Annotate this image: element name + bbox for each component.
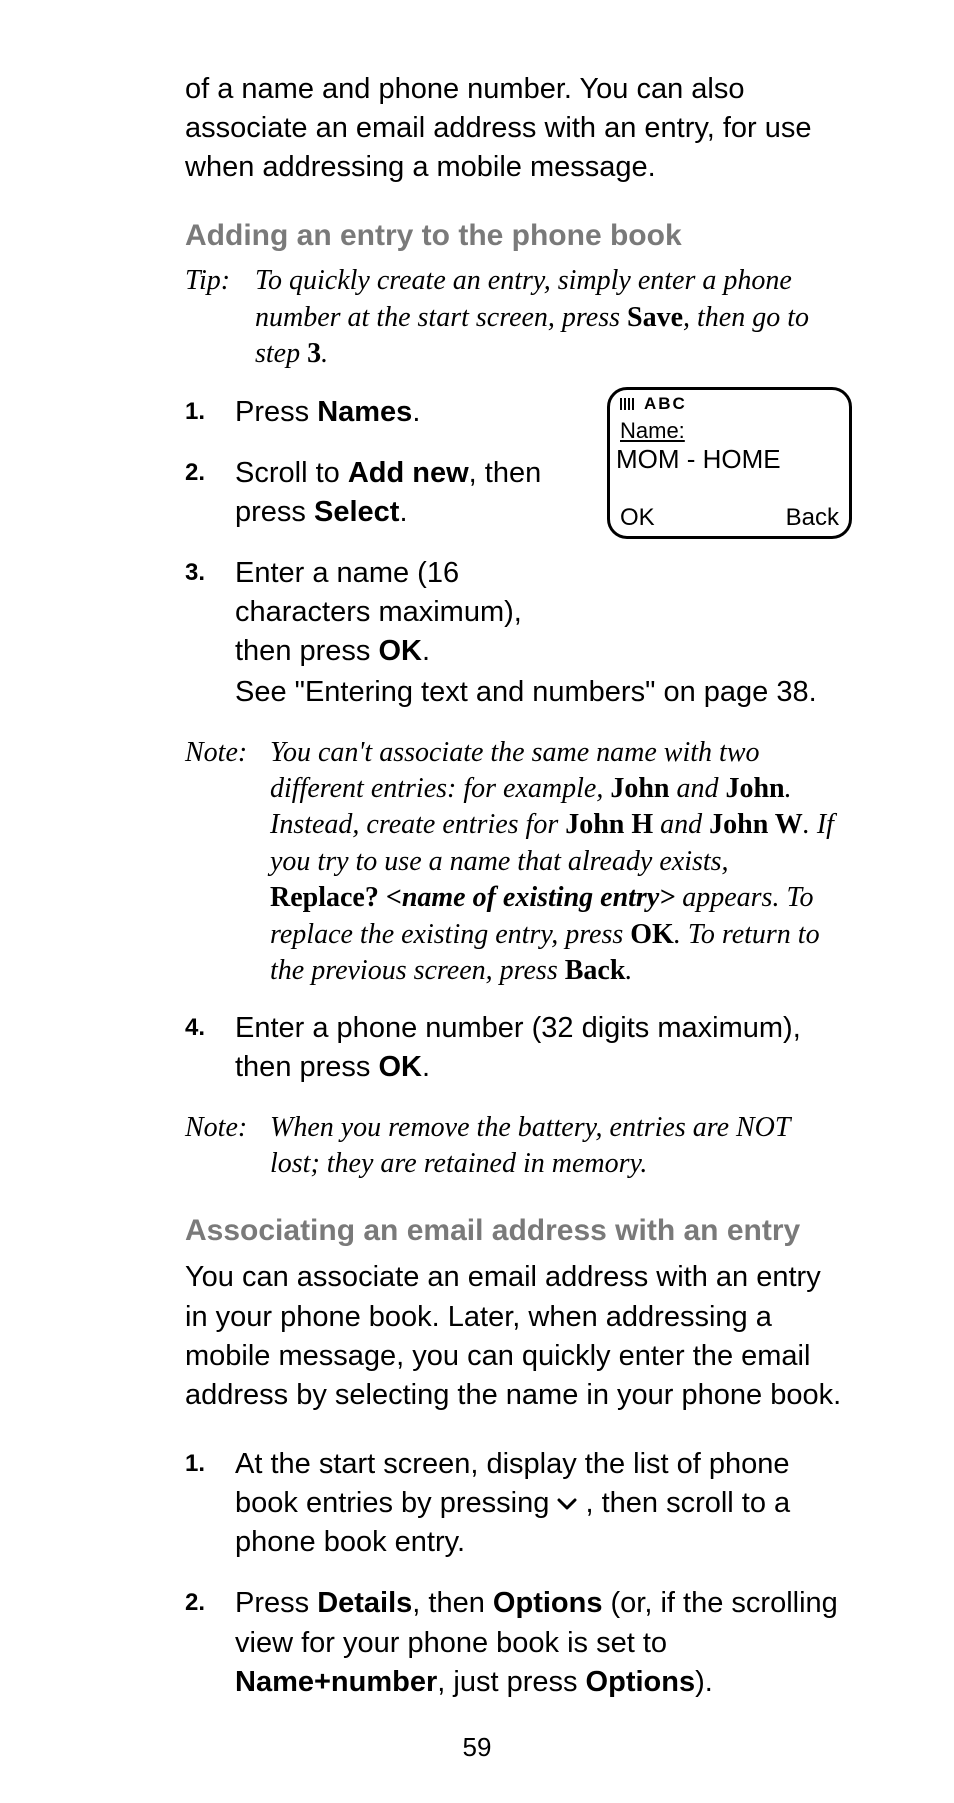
signal-icon <box>620 398 638 410</box>
note1-name-placeholder: <name of existing entry> <box>386 882 675 913</box>
step-b2-name-number: Name+number <box>235 1666 437 1698</box>
note1-john-w: John W <box>709 809 803 840</box>
tip-text: To quickly create an entry, simply enter… <box>255 263 844 372</box>
note-1-label: Note: <box>185 735 270 990</box>
step-4-bold-ok: OK <box>378 1051 422 1083</box>
note1-back: Back <box>565 955 626 986</box>
phone-status-bar: ABC <box>620 394 687 414</box>
step-1-pre: Press <box>235 396 317 428</box>
email-intro-paragraph: You can associate an email address with … <box>185 1258 844 1415</box>
step-2-post: . <box>399 496 407 528</box>
step-b2-post: ). <box>695 1666 713 1698</box>
step-2-bold-add-new: Add new <box>348 457 469 489</box>
page-number: 59 <box>0 1732 954 1763</box>
note-2-text: When you remove the battery, entries are… <box>270 1110 844 1183</box>
step-3-bold-ok: OK <box>378 635 422 667</box>
tip-post-2: . <box>321 338 328 369</box>
phone-screen-illustration: ABC Name: MOM - HOME OK Back <box>607 387 852 539</box>
step-4-number: 4. <box>185 1009 235 1087</box>
tip-step-ref: 3 <box>307 338 321 369</box>
note1-john-a: John <box>610 773 669 804</box>
step-b2-details: Details <box>317 1587 412 1619</box>
note1-replace: Replace? <box>270 882 386 913</box>
step-b2: 2. Press Details, then Options (or, if t… <box>185 1584 844 1701</box>
steps-area: ABC Name: MOM - HOME OK Back 1. Press Na… <box>185 393 844 713</box>
tip-block: Tip: To quickly create an entry, simply … <box>185 263 844 372</box>
down-arrow-icon <box>557 1498 577 1510</box>
step-1-body: Press Names. <box>235 393 420 432</box>
heading-email-entry: Associating an email address with an ent… <box>185 1214 844 1248</box>
input-mode-indicator: ABC <box>644 394 687 414</box>
step-1-bold-names: Names <box>317 396 412 428</box>
step-3-line1: Enter a name (16 characters maximum), th… <box>235 554 583 671</box>
field-label-name: Name: <box>620 418 685 444</box>
step-b1-body: At the start screen, display the list of… <box>235 1445 844 1562</box>
step-3-post: . <box>422 635 430 667</box>
step-3: 3. Enter a name (16 characters maximum),… <box>185 554 844 713</box>
note-battery: Note: When you remove the battery, entri… <box>185 1110 844 1183</box>
name-field-value: MOM - HOME <box>616 444 843 475</box>
note-1-text: You can't associate the same name with t… <box>270 735 844 990</box>
step-b2-options-b: Options <box>586 1666 696 1698</box>
step-4-pre: Enter a phone number (32 digits maximum)… <box>235 1012 801 1083</box>
softkey-left-ok: OK <box>620 504 655 532</box>
step-b2-body: Press Details, then Options (or, if the … <box>235 1584 844 1701</box>
note1-ok: OK <box>630 919 674 950</box>
step-b2-number: 2. <box>185 1584 235 1701</box>
lead-paragraph: of a name and phone number. You can also… <box>185 70 844 187</box>
note1-john-h: John H <box>565 809 653 840</box>
tip-label: Tip: <box>185 263 255 372</box>
step-3-number: 3. <box>185 554 235 713</box>
step-b2-mid1: , then <box>412 1587 493 1619</box>
note1-t4: and <box>653 809 709 840</box>
step-b2-options-a: Options <box>493 1587 603 1619</box>
step-b1: 1. At the start screen, display the list… <box>185 1445 844 1562</box>
step-4-body: Enter a phone number (32 digits maximum)… <box>235 1009 844 1087</box>
step-2-bold-select: Select <box>314 496 399 528</box>
step-3-subtext: See "Entering text and numbers" on page … <box>235 673 817 712</box>
note1-t2: and <box>669 773 725 804</box>
step-b2-mid3: , just press <box>437 1666 585 1698</box>
tip-bold-save: Save <box>627 302 683 333</box>
softkey-right-back: Back <box>786 504 839 532</box>
step-2-number: 2. <box>185 454 235 532</box>
heading-adding-entry: Adding an entry to the phone book <box>185 219 844 253</box>
step-4-post: . <box>422 1051 430 1083</box>
step-2-body: Scroll to Add new, then press Select. <box>235 454 583 532</box>
step-b2-pre: Press <box>235 1587 317 1619</box>
note-2-label: Note: <box>185 1110 270 1183</box>
step-1-number: 1. <box>185 393 235 432</box>
step-3-body: Enter a name (16 characters maximum), th… <box>235 554 817 713</box>
step-4: 4. Enter a phone number (32 digits maxim… <box>185 1009 844 1087</box>
note-duplicate-names: Note: You can't associate the same name … <box>185 735 844 990</box>
step-1-post: . <box>412 396 420 428</box>
note1-john-b: John <box>725 773 784 804</box>
step-b1-number: 1. <box>185 1445 235 1562</box>
step-2-pre: Scroll to <box>235 457 348 489</box>
note1-t8: . <box>625 955 632 986</box>
